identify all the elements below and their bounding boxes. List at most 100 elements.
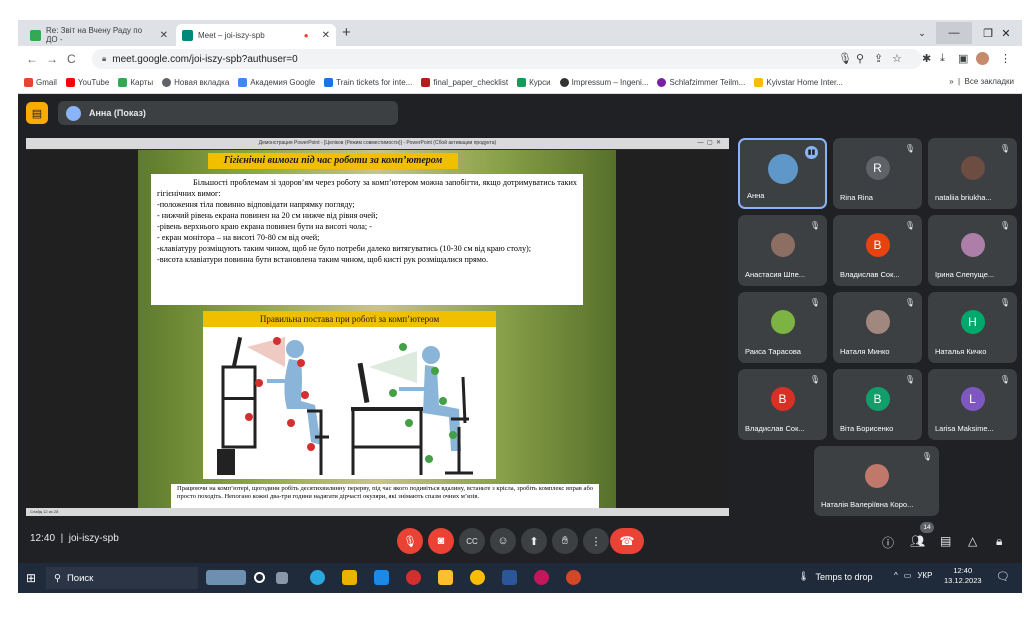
participant-tile[interactable]: 🎙︎ nataliia briukha...: [928, 138, 1017, 209]
taskbar-clock[interactable]: 12:40 13.12.2023: [944, 566, 982, 586]
bookmark-item[interactable]: Schlafzimmer Teilm...: [657, 78, 745, 87]
end-call-button[interactable]: ☎︎: [610, 528, 644, 554]
captions-button[interactable]: CC: [459, 528, 485, 554]
avatar: В: [865, 233, 890, 257]
shared-screen: Демонстрация PowerPoint - [Целіков (Режи…: [26, 138, 729, 516]
bookmark-item[interactable]: final_paper_checklist: [421, 78, 508, 87]
chevron-up-icon[interactable]: ^: [894, 571, 898, 580]
microphone-off-button[interactable]: 🎙︎: [397, 528, 423, 554]
mail-icon[interactable]: [374, 570, 389, 585]
forward-icon[interactable]: →: [46, 52, 58, 66]
bookmark-item[interactable]: Курси: [517, 78, 551, 87]
participant-tile[interactable]: R 🎙︎ Rina Rina: [833, 138, 922, 209]
microphone-icon[interactable]: 🎙︎: [838, 52, 852, 65]
zoom-icon[interactable]: ⚲: [856, 52, 864, 65]
tab-search-icon[interactable]: ⌄: [904, 22, 940, 44]
network-icon[interactable]: ▭: [904, 571, 912, 580]
slide-item: - екран монітора – на висоті 70-80 см ві…: [157, 233, 320, 242]
participant-name: Ірина Слепуще...: [935, 270, 995, 279]
bookmark-item[interactable]: Kyivstar Home Inter...: [754, 78, 843, 87]
menu-icon[interactable]: ⋮: [1000, 52, 1011, 65]
bookmark-item[interactable]: Академия Google: [238, 78, 315, 87]
participant-name: Анна: [747, 191, 765, 200]
bookmark-item[interactable]: Train tickets for inte...: [324, 78, 412, 87]
bookmark-item[interactable]: Impressum – Ingeni...: [559, 78, 648, 87]
store-icon[interactable]: [342, 570, 357, 585]
windows-start-icon[interactable]: ⊞: [26, 571, 36, 585]
task-view-icon[interactable]: [276, 572, 288, 584]
minimize-button[interactable]: —: [936, 22, 972, 44]
meet-favicon-icon: [182, 29, 193, 41]
reload-icon[interactable]: C: [67, 52, 76, 66]
presentation-icon[interactable]: ▤: [26, 102, 48, 124]
camera-off-button[interactable]: ◙: [428, 528, 454, 554]
emoji-button[interactable]: ☺: [490, 528, 516, 554]
tab-email[interactable]: Re: Звіт на Вчену Раду по ДО - ✕: [24, 24, 174, 46]
edge-icon[interactable]: [310, 570, 325, 585]
opera-icon[interactable]: [406, 570, 421, 585]
bookmark-item[interactable]: Gmail: [24, 78, 57, 87]
participant-tile[interactable]: 🎙︎ Ірина Слепуще...: [928, 215, 1017, 286]
meet-controls: 12:40 | joi-iszy-spb 🎙︎ ◙ CC ☺ ⬆ ✋︎ ⋮ ☎︎…: [18, 520, 1022, 560]
extensions-icon[interactable]: ✱: [922, 52, 931, 65]
share-icon[interactable]: ⇪: [874, 52, 883, 65]
speaking-indicator-icon: ▮▮: [805, 146, 818, 159]
participant-name: Наталья Кичко: [935, 347, 987, 356]
presenter-chip[interactable]: Анна (Показ): [58, 101, 398, 125]
bookmark-item[interactable]: YouTube: [65, 78, 109, 87]
side-panel-icon[interactable]: ▣: [958, 52, 968, 65]
participant-tile[interactable]: В 🎙︎ Владислав Сок...: [833, 215, 922, 286]
participant-tile[interactable]: ▮▮ Анна: [738, 138, 827, 209]
weather-text: Temps to drop: [815, 571, 873, 582]
windows-taskbar: ⊞ ⚲ Поиск 🌡︎ Temps to drop ^ ▭ УКР 12:40…: [18, 563, 1022, 593]
mic-muted-icon: 🎙︎: [809, 375, 820, 384]
download-icon[interactable]: ⤓: [940, 52, 945, 65]
academy-icon: [238, 78, 248, 87]
mic-muted-icon: 🎙︎: [809, 221, 820, 230]
new-tab-button[interactable]: +: [342, 24, 351, 41]
address-bar[interactable]: 🔒︎ meet.google.com/joi-iszy-spb?authuser…: [92, 49, 922, 69]
chrome-icon[interactable]: [470, 570, 485, 585]
viber-icon[interactable]: [534, 570, 549, 585]
word-icon[interactable]: [502, 570, 517, 585]
bookmark-item[interactable]: Карты: [118, 78, 153, 87]
participant-tile[interactable]: L 🎙︎ Larisa Maksime...: [928, 369, 1017, 440]
cortana-icon[interactable]: [254, 572, 265, 583]
back-icon[interactable]: ←: [26, 52, 38, 66]
present-button[interactable]: ⬆: [521, 528, 547, 554]
profile-avatar[interactable]: [976, 52, 989, 65]
bookmark-star-icon[interactable]: ☆: [892, 52, 902, 65]
notification-icon[interactable]: 🗨︎: [996, 570, 1010, 583]
participant-tile[interactable]: Н 🎙︎ Наталья Кичко: [928, 292, 1017, 363]
bookmark-item[interactable]: Новая вкладка: [162, 78, 229, 87]
close-icon[interactable]: ✕: [322, 30, 330, 41]
participant-tile[interactable]: В 🎙︎ Владислав Сок...: [738, 369, 827, 440]
weather-widget[interactable]: 🌡︎ Temps to drop: [798, 571, 872, 582]
info-icon[interactable]: ⓘ: [882, 534, 894, 551]
people-icon[interactable]: 👥︎: [910, 534, 925, 548]
close-icon[interactable]: ✕: [160, 30, 168, 41]
language-indicator[interactable]: УКР: [917, 571, 932, 580]
participant-tile[interactable]: 🎙︎ Наталя Минко: [833, 292, 922, 363]
file-explorer-icon[interactable]: [438, 570, 453, 585]
avatar: [960, 156, 985, 180]
search-highlight-icon[interactable]: [206, 570, 246, 585]
participant-tile[interactable]: 🎙︎ Анастасия Шпе...: [738, 215, 827, 286]
tab-meet[interactable]: Meet – joi-iszy-spb ● ✕: [176, 24, 336, 46]
participant-tile[interactable]: 🎙︎ Раиса Тарасова: [738, 292, 827, 363]
participant-tile[interactable]: В 🎙︎ Віта Борисенко: [833, 369, 922, 440]
chat-icon[interactable]: ▤: [940, 534, 951, 548]
participant-tile[interactable]: 🎙︎ Наталія Валеріївна Коро...: [814, 446, 939, 516]
host-controls-icon[interactable]: 🔒︎: [996, 534, 1002, 549]
meeting-code: joi-iszy-spb: [68, 533, 119, 544]
mic-muted-icon: 🎙︎: [999, 221, 1010, 230]
activities-icon[interactable]: △: [968, 534, 977, 548]
powerpoint-icon[interactable]: [566, 570, 581, 585]
taskbar-search[interactable]: ⚲ Поиск: [46, 567, 198, 589]
all-bookmarks[interactable]: » | Все закладки: [949, 77, 1014, 86]
more-options-button[interactable]: ⋮: [583, 528, 609, 554]
close-window-button[interactable]: ✕: [988, 22, 1022, 44]
raise-hand-button[interactable]: ✋︎: [552, 528, 578, 554]
tab-label: Re: Звіт на Вчену Раду по ДО -: [46, 26, 143, 44]
url-text: meet.google.com/joi-iszy-spb?authuser=0: [112, 53, 298, 65]
